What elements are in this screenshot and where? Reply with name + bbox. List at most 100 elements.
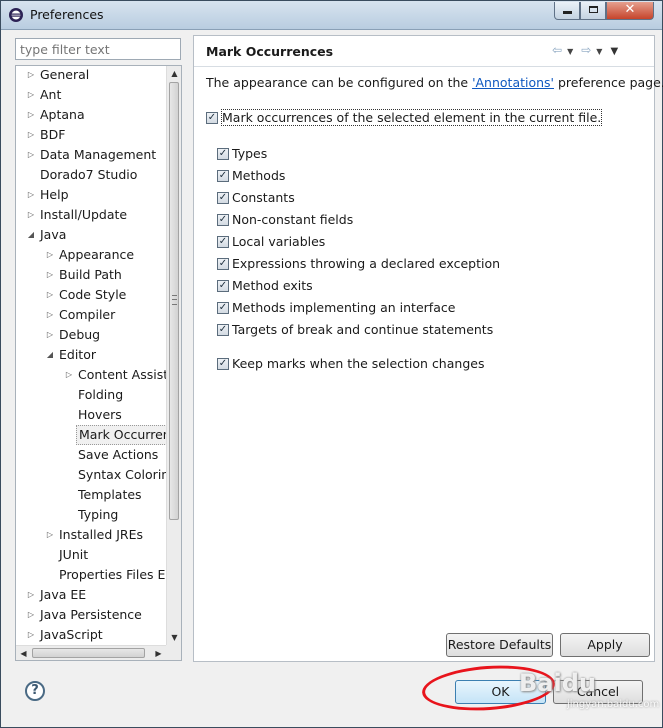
expanded-arrow-icon[interactable]: ◢ (45, 345, 55, 365)
page-title: Mark Occurrences (206, 44, 334, 59)
collapsed-arrow-icon[interactable]: ▷ (26, 205, 36, 225)
expanded-arrow-icon[interactable]: ◢ (26, 225, 36, 245)
forward-arrow-icon[interactable]: ⇨ (581, 43, 591, 57)
tree-horizontal-scrollbar[interactable]: ◀ ▶ (16, 645, 166, 660)
collapsed-arrow-icon[interactable]: ▷ (45, 325, 55, 345)
keep-marks-label[interactable]: Keep marks when the selection changes (232, 356, 484, 371)
tree-item[interactable]: ▷ Ant (16, 85, 166, 105)
option-label[interactable]: Local variables (232, 234, 325, 249)
option-checkbox[interactable]: ✓ (217, 192, 229, 204)
collapsed-arrow-icon[interactable]: ▷ (45, 305, 55, 325)
collapsed-arrow-icon[interactable]: ▷ (26, 585, 36, 605)
collapsed-arrow-icon[interactable]: ▷ (45, 525, 55, 545)
minimize-button[interactable] (554, 2, 580, 20)
collapsed-arrow-icon[interactable]: ▷ (26, 125, 36, 145)
forward-history-dropdown-icon[interactable]: ▼ (596, 47, 602, 56)
filter-input[interactable] (15, 38, 181, 60)
tree-item-label: Typing (78, 507, 119, 522)
mark-occurrences-checkbox[interactable]: ✓ (206, 112, 218, 124)
tree-item[interactable]: ▷ Data Management (16, 145, 166, 165)
back-history-dropdown-icon[interactable]: ▼ (567, 47, 573, 56)
tree-item[interactable]: ◢ Editor (16, 345, 166, 365)
tree-item-label: General (40, 67, 90, 82)
scroll-up-icon[interactable]: ▲ (167, 66, 181, 81)
option-checkbox[interactable]: ✓ (217, 214, 229, 226)
maximize-button[interactable] (580, 2, 606, 20)
collapsed-arrow-icon[interactable]: ▷ (45, 245, 55, 265)
tree-item[interactable]: ▷ Help (16, 185, 166, 205)
tree-item[interactable]: ▷ General (16, 66, 166, 85)
collapsed-arrow-icon[interactable]: ▷ (26, 105, 36, 125)
tree-item[interactable]: Hovers (16, 405, 166, 425)
mark-occurrences-label[interactable]: Mark occurrences of the selected element… (220, 109, 603, 126)
vertical-scroll-thumb[interactable] (169, 82, 179, 520)
option-label[interactable]: Targets of break and continue statements (232, 322, 493, 337)
tree-item[interactable]: ▷ Debug (16, 325, 166, 345)
restore-defaults-button[interactable]: Restore Defaults (446, 633, 553, 657)
option-label[interactable]: Methods (232, 168, 285, 183)
option-label[interactable]: Types (232, 146, 267, 161)
tree-item[interactable]: ▷ Installed JREs (16, 525, 166, 545)
option-label[interactable]: Methods implementing an interface (232, 300, 455, 315)
option-label[interactable]: Expressions throwing a declared exceptio… (232, 256, 500, 271)
tree-item-label: Code Style (59, 287, 127, 302)
help-icon[interactable]: ? (25, 681, 45, 701)
tree-item[interactable]: Save Actions (16, 445, 166, 465)
tree-item[interactable]: ▷ Java Persistence (16, 605, 166, 625)
collapsed-arrow-icon[interactable]: ▷ (26, 85, 36, 105)
minimize-icon (562, 11, 572, 14)
tree-item[interactable]: ▷ Aptana (16, 105, 166, 125)
collapsed-arrow-icon[interactable]: ▷ (26, 66, 36, 85)
tree-item[interactable]: ▷ Java EE (16, 585, 166, 605)
option-label[interactable]: Non-constant fields (232, 212, 353, 227)
option-checkbox[interactable]: ✓ (217, 148, 229, 160)
description-text-end: preference page. (554, 75, 663, 90)
option-checkbox[interactable]: ✓ (217, 258, 229, 270)
tree-item[interactable]: Templates (16, 485, 166, 505)
tree-item[interactable]: Typing (16, 505, 166, 525)
tree-item[interactable]: ▷ Compiler (16, 305, 166, 325)
tree-item[interactable]: ▷ BDF (16, 125, 166, 145)
tree-vertical-scrollbar[interactable]: ▲ ▼ (166, 66, 181, 645)
tree-item[interactable]: Dorado7 Studio (16, 165, 166, 185)
collapsed-arrow-icon[interactable]: ▷ (26, 145, 36, 165)
option-label[interactable]: Method exits (232, 278, 313, 293)
scroll-left-icon[interactable]: ◀ (16, 646, 31, 660)
tree-item[interactable]: ▷ JavaScript (16, 625, 166, 645)
tree-item[interactable]: Syntax Coloring (16, 465, 166, 485)
option-checkbox[interactable]: ✓ (217, 170, 229, 182)
tree-item[interactable]: JUnit (16, 545, 166, 565)
scroll-down-icon[interactable]: ▼ (167, 630, 181, 645)
tree-item-label: Hovers (78, 407, 122, 422)
annotations-link[interactable]: 'Annotations' (472, 75, 554, 90)
tree-item-label: Ant (40, 87, 62, 102)
option-checkbox[interactable]: ✓ (217, 302, 229, 314)
scroll-right-icon[interactable]: ▶ (151, 646, 166, 660)
back-arrow-icon[interactable]: ⇦ (552, 43, 562, 57)
option-checkbox[interactable]: ✓ (217, 280, 229, 292)
close-button[interactable]: ✕ (606, 2, 654, 20)
option-label[interactable]: Constants (232, 190, 295, 205)
tree-item[interactable]: ▷ Install/Update (16, 205, 166, 225)
tree-item-label: Debug (59, 327, 101, 342)
option-checkbox[interactable]: ✓ (217, 324, 229, 336)
tree-item[interactable]: ◢ Java (16, 225, 166, 245)
collapsed-arrow-icon[interactable]: ▷ (64, 365, 74, 385)
tree-item[interactable]: ▷ Content Assist (16, 365, 166, 385)
apply-button[interactable]: Apply (560, 633, 650, 657)
tree-item[interactable]: Properties Files Editor (16, 565, 166, 585)
horizontal-scroll-thumb[interactable] (32, 648, 145, 658)
collapsed-arrow-icon[interactable]: ▷ (26, 605, 36, 625)
collapsed-arrow-icon[interactable]: ▷ (26, 185, 36, 205)
collapsed-arrow-icon[interactable]: ▷ (45, 265, 55, 285)
tree-item[interactable]: ▷ Build Path (16, 265, 166, 285)
tree-item[interactable]: Mark Occurrences (16, 425, 166, 445)
collapsed-arrow-icon[interactable]: ▷ (26, 625, 36, 645)
option-checkbox[interactable]: ✓ (217, 236, 229, 248)
keep-marks-checkbox[interactable]: ✓ (217, 358, 229, 370)
tree-item[interactable]: ▷ Appearance (16, 245, 166, 265)
tree-item[interactable]: Folding (16, 385, 166, 405)
view-menu-icon[interactable]: ▼ (610, 46, 618, 57)
collapsed-arrow-icon[interactable]: ▷ (45, 285, 55, 305)
tree-item[interactable]: ▷ Code Style (16, 285, 166, 305)
